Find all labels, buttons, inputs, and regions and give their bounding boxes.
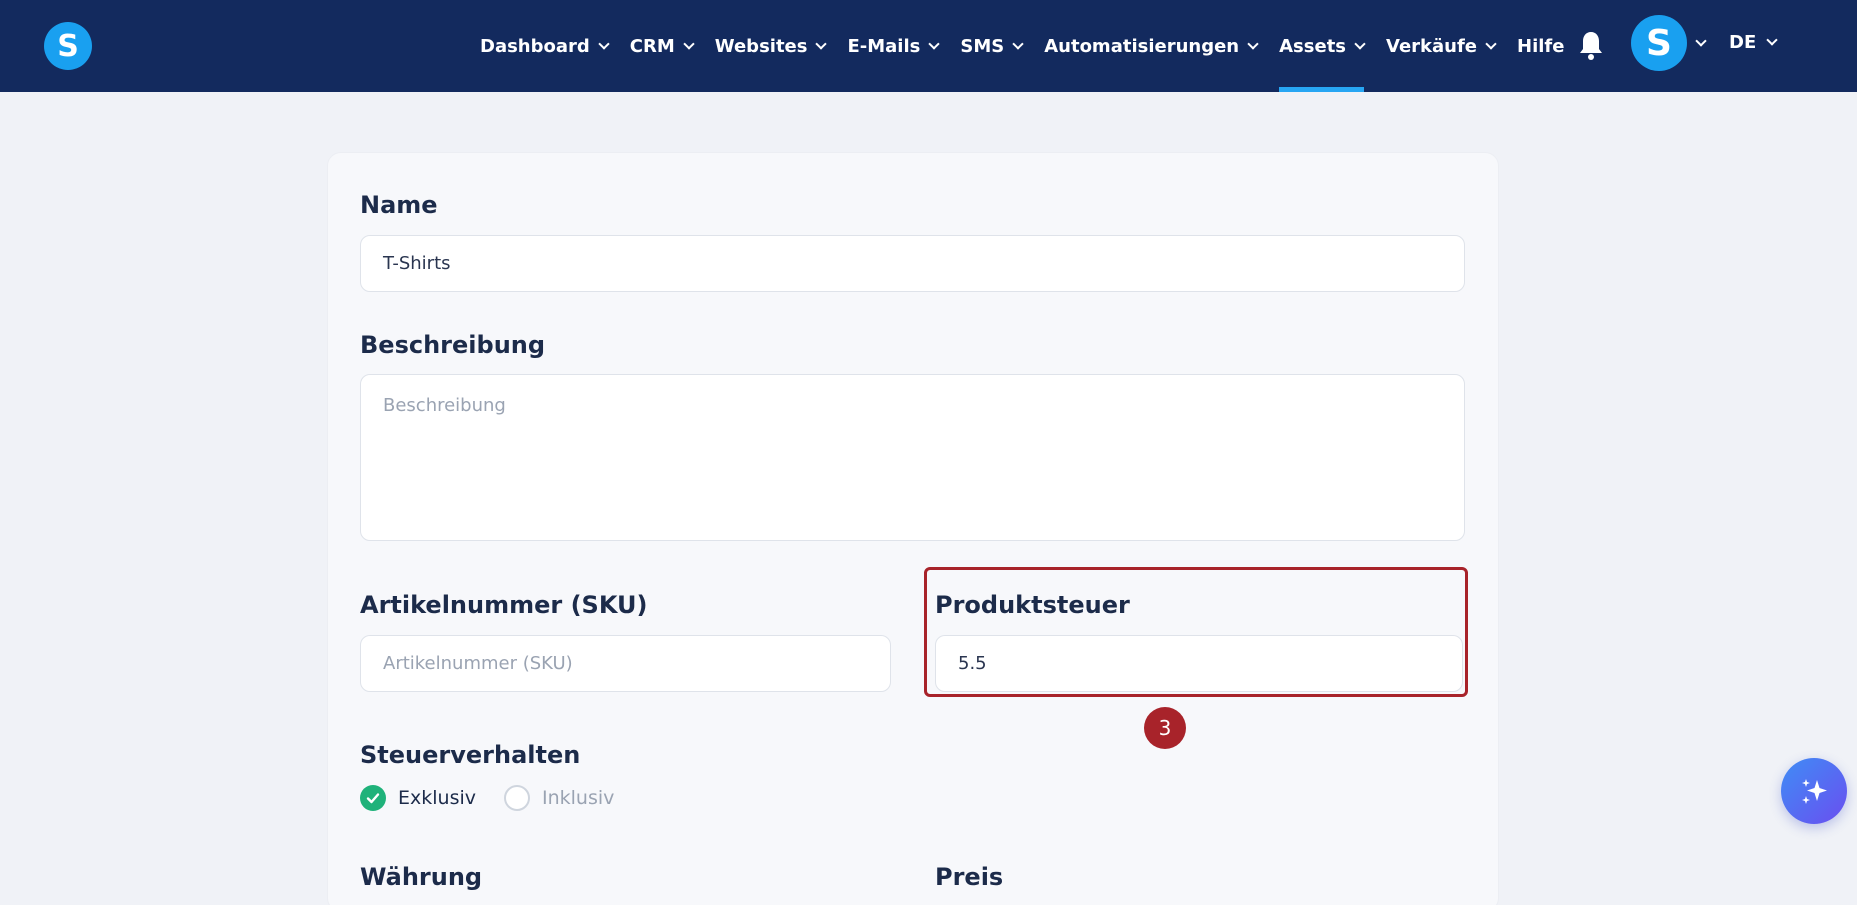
name-field[interactable]: T-Shirts [360, 235, 1465, 292]
bell-icon[interactable] [1579, 30, 1603, 60]
nav-item-label: E-Mails [847, 35, 921, 57]
language-label: DE [1729, 31, 1757, 53]
chevron-down-icon [1247, 37, 1259, 50]
user-avatar[interactable]: S [1631, 15, 1687, 71]
nav-item-crm[interactable]: CRM [629, 0, 695, 92]
main-nav: Dashboard CRM Websites E-Mails SMS Autom… [480, 0, 1586, 92]
chevron-down-icon [815, 37, 828, 50]
nav-item-label: Dashboard [480, 35, 590, 57]
description-label: Beschreibung [360, 331, 546, 359]
nav-item-assets[interactable]: Assets [1279, 0, 1366, 92]
nav-item-label: Verkäufe [1386, 35, 1478, 57]
radio-exklusiv-label[interactable]: Exklusiv [398, 787, 476, 809]
nav-item-dashboard[interactable]: Dashboard [480, 0, 610, 92]
nav-item-hilfe[interactable]: Hilfe [1517, 0, 1564, 92]
nav-item-emails[interactable]: E-Mails [847, 0, 941, 92]
nav-item-label: CRM [629, 35, 675, 57]
chevron-down-icon [1485, 37, 1497, 50]
nav-item-label: SMS [960, 35, 1005, 57]
radio-inklusiv[interactable] [504, 785, 530, 811]
description-textarea[interactable]: Beschreibung [360, 374, 1465, 541]
nav-item-label: Websites [714, 35, 808, 57]
nav-item-label: Automatisierungen [1044, 35, 1240, 57]
nav-item-label: Hilfe [1517, 35, 1565, 57]
nav-item-verkaeufe[interactable]: Verkäufe [1386, 0, 1497, 92]
radio-exklusiv[interactable] [360, 785, 386, 811]
name-label: Name [360, 191, 438, 219]
ai-assistant-button[interactable] [1781, 758, 1847, 824]
nav-item-sms[interactable]: SMS [960, 0, 1024, 92]
language-selector[interactable]: DE [1729, 0, 1778, 84]
top-navigation-bar: S Dashboard CRM Websites E-Mails SMS Aut… [0, 0, 1857, 92]
currency-label: Währung [360, 863, 483, 891]
chevron-down-icon [928, 37, 941, 50]
sparkles-icon [1802, 779, 1827, 804]
chevron-down-icon [683, 37, 695, 50]
nav-item-automatisierungen[interactable]: Automatisierungen [1044, 0, 1259, 92]
sku-field[interactable]: Artikelnummer (SKU) [360, 635, 891, 692]
sku-label: Artikelnummer (SKU) [360, 591, 648, 619]
radio-inklusiv-label[interactable]: Inklusiv [542, 787, 614, 809]
chevron-down-icon [1354, 37, 1366, 50]
app-logo[interactable]: S [44, 22, 92, 70]
highlight-frame [924, 567, 1468, 697]
tax-behavior-radio-group: Exklusiv Inklusiv [360, 785, 614, 811]
chevron-down-icon [1766, 33, 1778, 46]
chevron-down-icon[interactable] [1695, 35, 1707, 47]
tax-behavior-label: Steuerverhalten [360, 741, 581, 769]
price-label: Preis [935, 863, 1004, 891]
nav-item-websites[interactable]: Websites [714, 0, 828, 92]
nav-item-label: Assets [1279, 35, 1347, 57]
step-badge: 3 [1144, 707, 1186, 749]
chevron-down-icon [1012, 37, 1024, 50]
check-icon [366, 793, 380, 804]
chevron-down-icon [598, 37, 610, 50]
